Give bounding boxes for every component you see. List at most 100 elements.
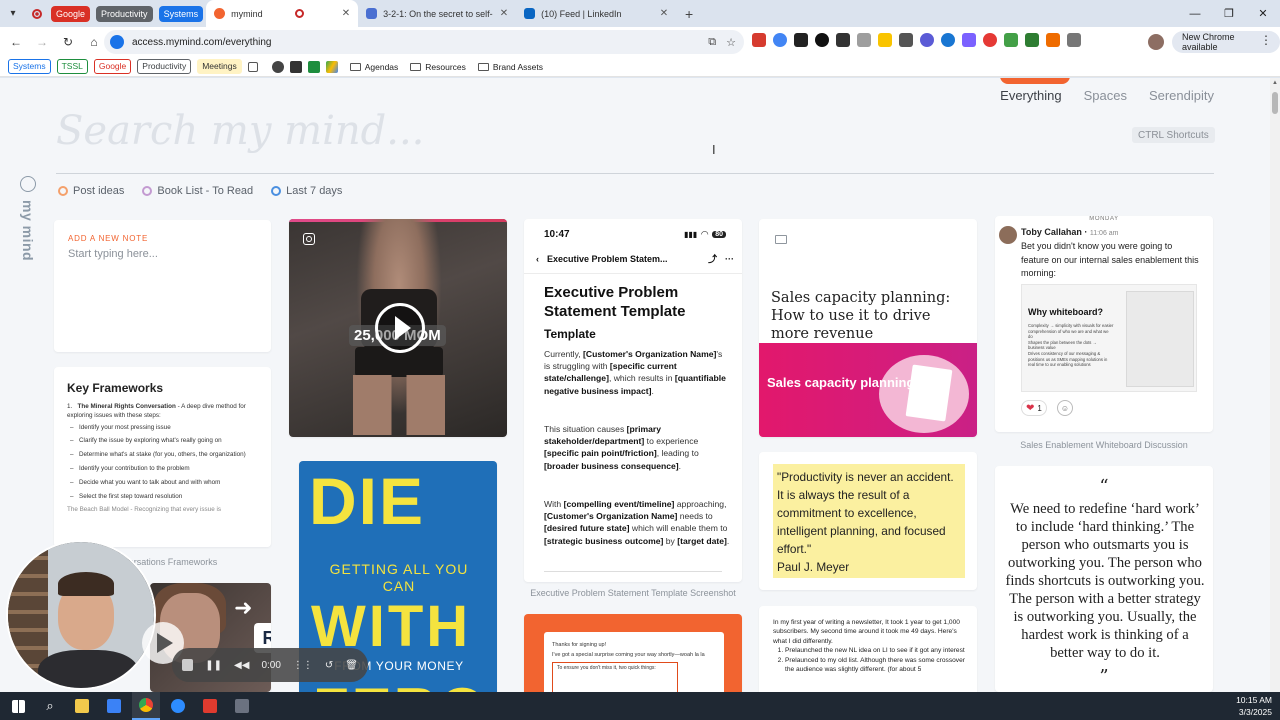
extension-icon[interactable] <box>983 33 997 47</box>
extension-icon[interactable] <box>794 33 808 47</box>
nav-everything[interactable]: Everything <box>1000 88 1061 103</box>
close-tab-icon[interactable]: ✕ <box>654 8 668 19</box>
extension-icon[interactable] <box>836 33 850 47</box>
extension-icon[interactable] <box>1025 33 1039 47</box>
template-screenshot-card[interactable]: 10:47 ▮▮▮ ◠ 80 ‹ Executive Problem State… <box>524 219 742 582</box>
reaction-badge[interactable]: ❤ 1 <box>1021 400 1047 416</box>
stop-icon[interactable] <box>182 659 194 671</box>
close-tab-icon[interactable]: ✕ <box>494 8 508 19</box>
close-tab-icon[interactable]: ✕ <box>336 8 350 19</box>
extension-icon[interactable] <box>773 33 787 47</box>
close-window-icon[interactable]: ✕ <box>1246 0 1280 27</box>
file-explorer-icon[interactable] <box>68 692 96 720</box>
system-clock[interactable]: 10:15 AM 3/3/2025 <box>1236 694 1272 718</box>
address-bar[interactable]: access.mymind.com/everything ⧉ ☆ <box>104 30 744 54</box>
app-icon[interactable] <box>196 692 224 720</box>
heart-icon: ❤ <box>1026 402 1035 414</box>
bookmark-group-productivity[interactable]: Productivity <box>137 59 192 74</box>
undo-icon[interactable]: ↺ <box>325 660 333 671</box>
quote-card[interactable]: "Productivity is never an accident. It i… <box>759 452 977 590</box>
calculator-icon[interactable] <box>228 692 256 720</box>
newsletter-note-card[interactable]: In my first year of writing a newsletter… <box>759 606 977 692</box>
add-note-card[interactable]: ADD A NEW NOTE Start typing here... <box>54 220 271 352</box>
drag-handle-icon[interactable]: ⋮⋮ <box>293 660 313 671</box>
bookmark-icon[interactable] <box>271 60 284 73</box>
frameworks-card[interactable]: Key Frameworks 1. The Mineral Rights Con… <box>54 367 271 547</box>
home-icon[interactable]: ⌂ <box>82 30 106 54</box>
delete-icon[interactable]: 🗑 <box>345 660 358 671</box>
sales-article-card[interactable]: Sales capacity planning: How to use it t… <box>759 219 977 437</box>
instagram-video-card[interactable]: 25,000 MOM <box>289 219 507 437</box>
extension-icon[interactable] <box>1046 33 1060 47</box>
filter-last-7-days[interactable]: Last 7 days <box>271 185 342 197</box>
extension-icon[interactable] <box>752 33 766 47</box>
tab-mymind[interactable]: mymind ✕ <box>206 0 359 27</box>
minimize-icon[interactable]: — <box>1178 0 1212 27</box>
filter-book-list[interactable]: Book List - To Read <box>142 185 253 197</box>
pause-icon[interactable]: ❚❚ <box>205 660 222 671</box>
extensions-puzzle-icon[interactable] <box>1067 33 1081 47</box>
zoom-icon[interactable] <box>164 692 192 720</box>
note-input[interactable]: Start typing here... <box>68 248 158 260</box>
extension-icon[interactable] <box>1004 33 1018 47</box>
drive-icon[interactable] <box>325 60 338 73</box>
extension-icon[interactable] <box>857 33 871 47</box>
signup-email-card[interactable]: Thanks for signing up! I've got a specia… <box>524 614 742 692</box>
tab-3-2-1[interactable]: 3-2-1: On the secret to self-con ✕ <box>358 0 516 27</box>
bookmark-folder-resources[interactable]: Resources <box>410 62 466 72</box>
bookmark-star-icon[interactable]: ☆ <box>726 36 736 49</box>
bookmark-folder-brand-assets[interactable]: Brand Assets <box>477 62 543 72</box>
shortcuts-button[interactable]: CTRL Shortcuts <box>1132 127 1215 143</box>
bookmarks-bar: Systems TSSL Google Productivity Meeting… <box>0 57 1280 77</box>
pinned-tab-recording[interactable] <box>26 0 48 27</box>
nav-spaces[interactable]: Spaces <box>1084 88 1127 103</box>
tab-group-productivity[interactable]: Productivity <box>96 5 153 22</box>
apps-grid-icon[interactable] <box>247 61 258 72</box>
cast-icon[interactable]: ⧉ <box>708 36 716 49</box>
back-icon[interactable]: ← <box>4 30 28 54</box>
hard-work-quote-card[interactable]: “ We need to redefine ‘hard work’ to inc… <box>995 466 1213 692</box>
restart-icon[interactable]: ◀◀ <box>234 660 249 671</box>
restore-icon[interactable]: ❐ <box>1212 0 1246 27</box>
tab-group-systems[interactable]: Systems <box>158 5 204 22</box>
bookmark-group-google[interactable]: Google <box>93 59 132 74</box>
extension-icon[interactable] <box>815 33 829 47</box>
nav-serendipity[interactable]: Serendipity <box>1149 88 1214 103</box>
add-reaction-icon[interactable]: ☺ <box>1057 400 1073 416</box>
bookmark-folder-agendas[interactable]: Agendas <box>349 62 398 72</box>
filter-post-ideas[interactable]: Post ideas <box>58 185 124 197</box>
scroll-up-icon[interactable]: ▲ <box>1272 80 1278 86</box>
extension-icon[interactable] <box>920 33 934 47</box>
profile-avatar[interactable] <box>1148 34 1164 50</box>
new-tab-button[interactable]: + <box>676 6 702 22</box>
reload-icon[interactable]: ↻ <box>56 30 80 54</box>
site-info-icon[interactable] <box>110 35 124 49</box>
scroll-thumb[interactable] <box>1272 92 1278 114</box>
tab-linkedin[interactable]: (10) Feed | LinkedIn ✕ <box>516 0 676 27</box>
extension-icon[interactable] <box>962 33 976 47</box>
linkedin-post-card[interactable]: MONDAY Toby Callahan · 11:06 am Bet you … <box>995 216 1213 432</box>
url-text: access.mymind.com/everything <box>132 36 272 48</box>
video-subject-legs <box>353 375 445 435</box>
search-icon[interactable]: ⌕ <box>36 692 64 720</box>
bookmark-group-systems[interactable]: Systems <box>8 59 51 74</box>
brand-sidebar[interactable]: my mind <box>18 176 38 266</box>
webcam-bubble[interactable] <box>6 540 156 690</box>
chrome-taskbar-icon[interactable] <box>132 692 160 720</box>
bookmark-group-tssl[interactable]: TSSL <box>56 59 88 74</box>
bookmark-icon[interactable] <box>307 60 320 73</box>
page-scrollbar[interactable]: ▲ <box>1270 78 1280 692</box>
extension-icon[interactable] <box>878 33 892 47</box>
extension-icon[interactable] <box>899 33 913 47</box>
start-icon[interactable] <box>4 692 32 720</box>
tab-group-google[interactable]: Google <box>51 5 91 22</box>
bookmark-group-meetings[interactable]: Meetings <box>197 59 242 74</box>
bookmark-icon[interactable] <box>289 60 302 73</box>
forward-icon[interactable]: → <box>30 30 54 54</box>
extension-icon[interactable] <box>941 33 955 47</box>
search-input[interactable]: Search my mind... <box>56 108 424 154</box>
chrome-menu-icon[interactable]: ⋮ <box>1260 33 1272 47</box>
tab-search-icon[interactable]: ▾ <box>0 0 26 27</box>
card-caption: Sales Enablement Whiteboard Discussion <box>1020 440 1188 450</box>
store-icon[interactable] <box>100 692 128 720</box>
